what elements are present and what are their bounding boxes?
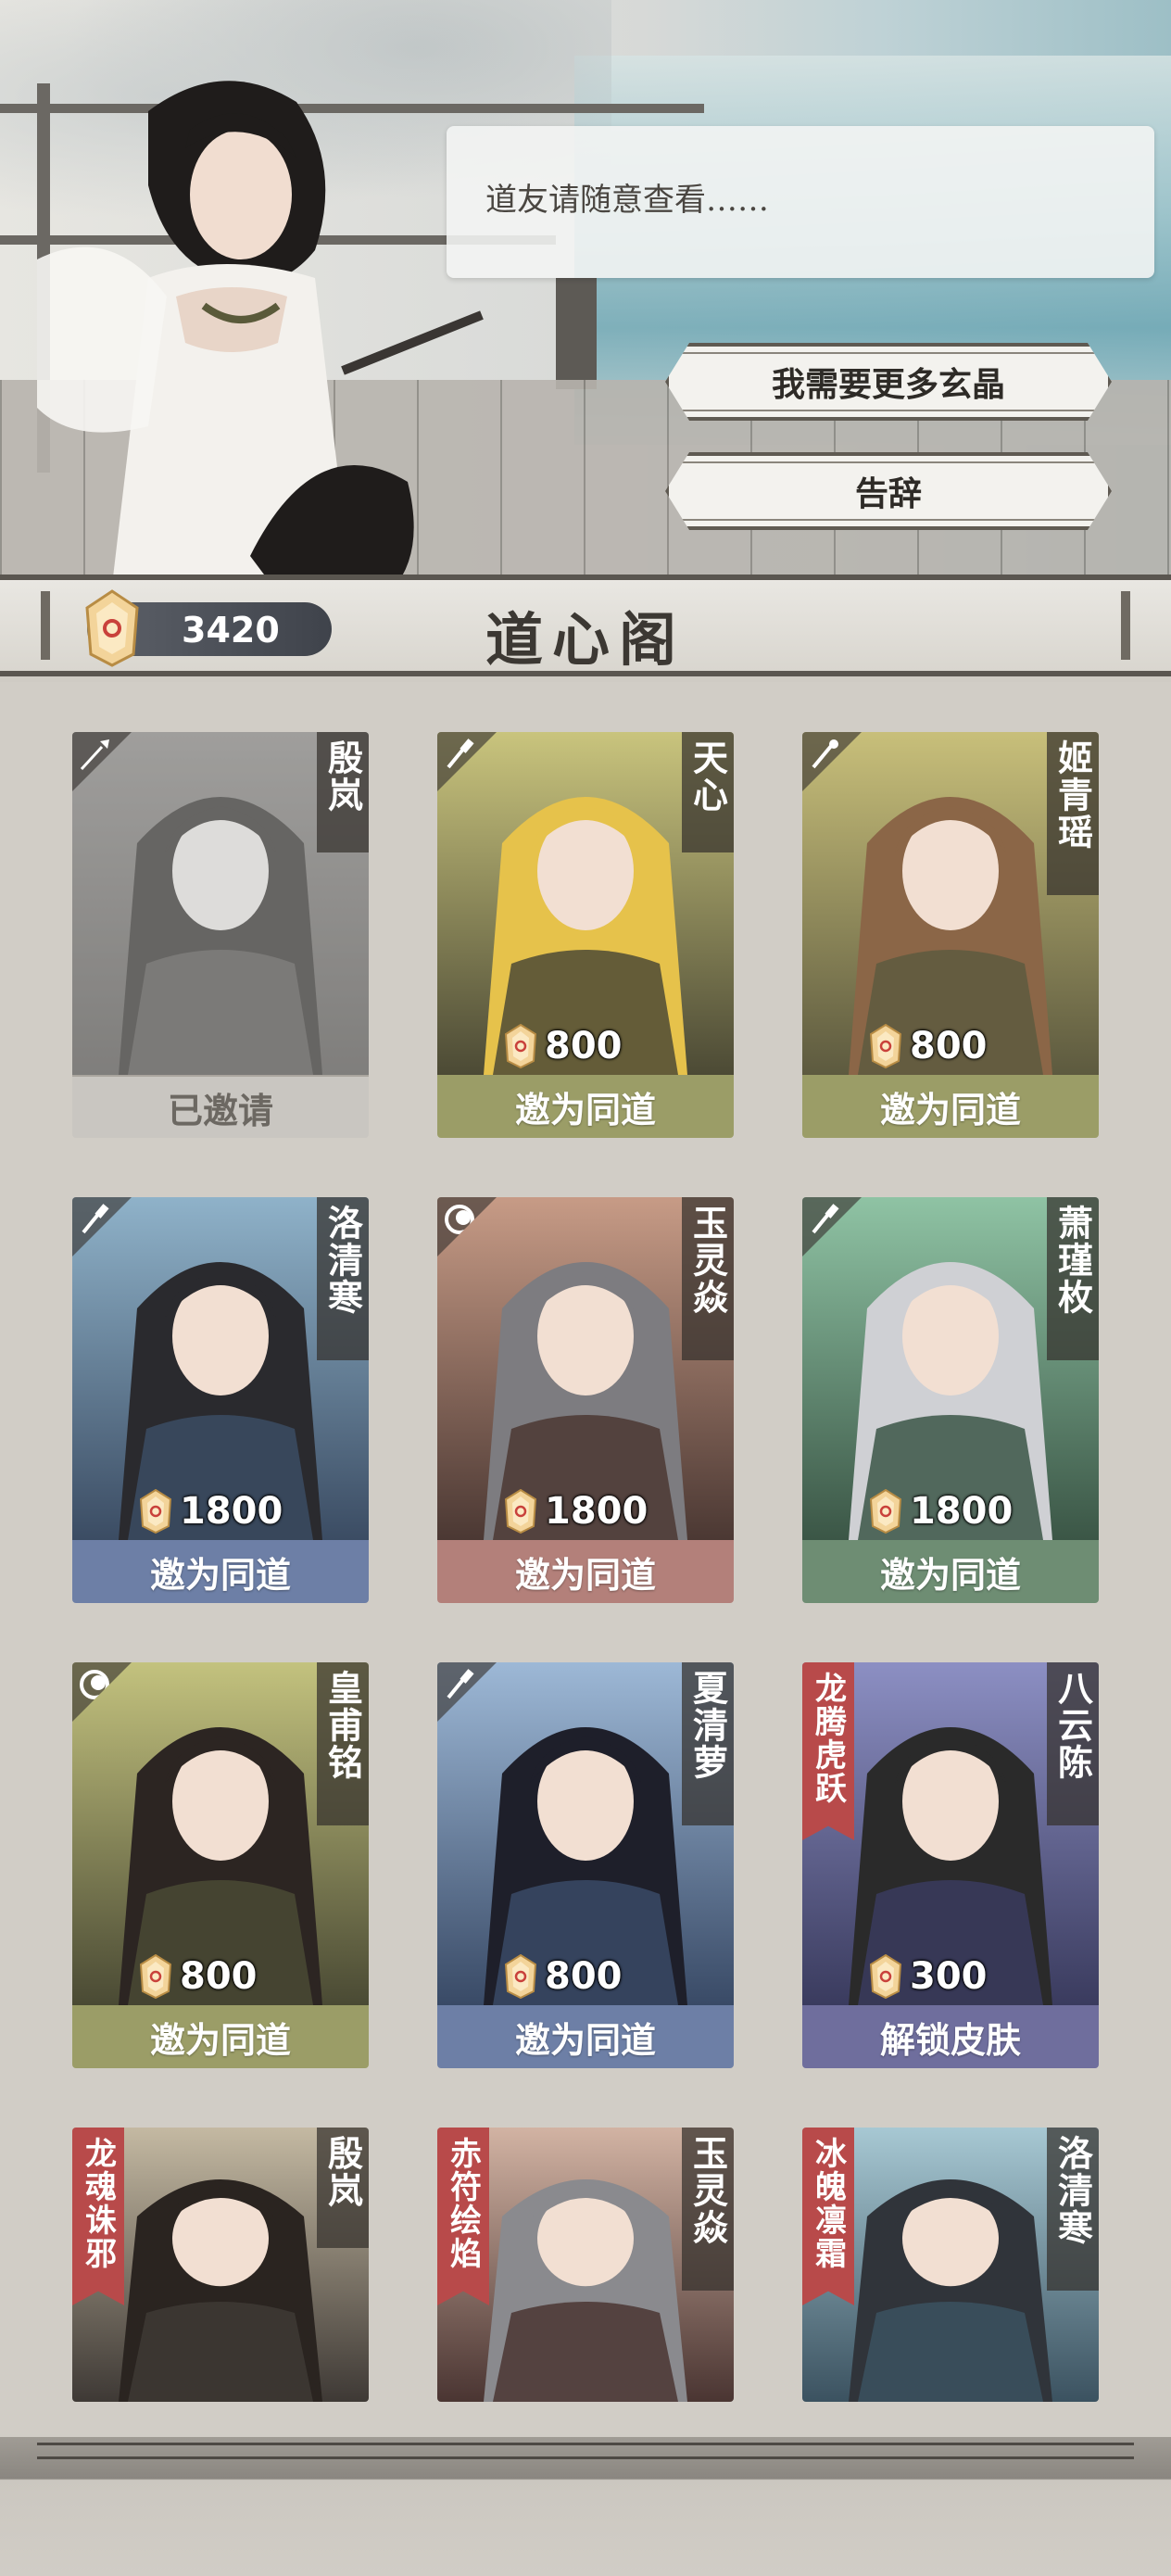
companion-name: 玉灵焱 [682,1197,734,1360]
price-display: 800 [504,1023,623,1069]
farewell-label: 告辞 [854,474,922,513]
crystal-icon [139,1954,172,1999]
price-display: 800 [504,1953,623,2000]
price-display: 800 [869,1023,988,1069]
companion-card[interactable]: 殷岚已邀请 [72,732,369,1138]
price-value: 1800 [180,1490,283,1533]
page-title: 道心阁 [485,606,686,674]
crystal-icon [869,1024,902,1068]
lantern [556,278,597,389]
npc-scene: 道友请随意查看…… 我需要更多玄晶 告辞 [0,0,1171,593]
companion-card[interactable]: 萧瑾枚 1800 邀为同道 [802,1197,1099,1603]
dialog-text: 道友请随意查看…… [485,182,769,219]
companion-card[interactable]: 冰魄凛霜 洛清寒 [802,2128,1099,2402]
price-value: 800 [545,1955,623,1998]
companion-card[interactable]: 赤符绘焰 玉灵焱 [437,2128,734,2402]
more-crystal-button[interactable]: 我需要更多玄晶 [665,343,1112,421]
crystal-icon [504,1954,537,1999]
crystal-icon [869,1954,902,1999]
price-value: 1800 [545,1490,648,1533]
price-value: 800 [180,1955,258,1998]
invite-button[interactable]: 邀为同道 [802,1075,1099,1138]
invite-button[interactable]: 邀为同道 [437,2005,734,2068]
crystal-icon [504,1024,537,1068]
companion-card[interactable]: 姬青瑶 800 邀为同道 [802,732,1099,1138]
companion-name: 姬青瑶 [1047,732,1099,895]
invite-button[interactable]: 邀为同道 [437,1075,734,1138]
companion-card[interactable]: 天心 800 邀为同道 [437,732,734,1138]
companion-name: 萧瑾枚 [1047,1197,1099,1360]
price-display: 1800 [504,1488,648,1534]
skin-tag: 冰魄凛霜 [802,2128,854,2305]
price-value: 300 [910,1955,988,1998]
invite-button[interactable]: 解锁皮肤 [802,2005,1099,2068]
companion-card[interactable]: 皇甫铭 800 邀为同道 [72,1662,369,2068]
companion-name: 皇甫铭 [317,1662,369,1825]
farewell-button[interactable]: 告辞 [665,452,1112,530]
companion-name: 殷岚 [317,732,369,852]
companion-card[interactable]: 洛清寒 1800 邀为同道 [72,1197,369,1603]
price-display: 1800 [139,1488,283,1534]
invited-label: 已邀请 [72,1075,369,1138]
crystal-icon [869,1489,902,1534]
companion-name: 夏清萝 [682,1662,734,1825]
skin-tag: 赤符绘焰 [437,2128,489,2305]
crystal-icon [504,1489,537,1534]
companion-name: 天心 [682,732,734,852]
price-value: 1800 [910,1490,1014,1533]
companion-name: 殷岚 [317,2128,369,2248]
companion-card[interactable]: 龙腾虎跃 八云陈 300 解锁皮肤 [802,1662,1099,2068]
companion-card[interactable]: 玉灵焱 1800 邀为同道 [437,1197,734,1603]
invite-button[interactable]: 邀为同道 [72,2005,369,2068]
skin-tag: 龙腾虎跃 [802,1662,854,1840]
companion-name: 玉灵焱 [682,2128,734,2291]
companion-card[interactable]: 夏清萝 800 邀为同道 [437,1662,734,2068]
skin-tag: 龙魂诛邪 [72,2128,124,2305]
invite-button[interactable]: 邀为同道 [437,1540,734,1603]
companion-name: 洛清寒 [317,1197,369,1360]
invite-button[interactable]: 邀为同道 [72,1540,369,1603]
companion-card[interactable]: 龙魂诛邪 殷岚 [72,2128,369,2402]
companion-name: 八云陈 [1047,1662,1099,1825]
shop-header: 3420 道心阁 [0,575,1171,676]
invite-button[interactable]: 邀为同道 [802,1540,1099,1603]
price-display: 1800 [869,1488,1013,1534]
more-crystal-label: 我需要更多玄晶 [771,365,1005,404]
npc-portrait [37,81,484,593]
crystal-icon [139,1489,172,1534]
price-display: 800 [139,1953,258,2000]
price-display: 300 [869,1953,988,2000]
price-value: 800 [910,1025,988,1067]
bottom-frame [0,2437,1171,2576]
npc-dialog: 道友请随意查看…… [447,126,1154,278]
price-value: 800 [545,1025,623,1067]
companion-name: 洛清寒 [1047,2128,1099,2291]
